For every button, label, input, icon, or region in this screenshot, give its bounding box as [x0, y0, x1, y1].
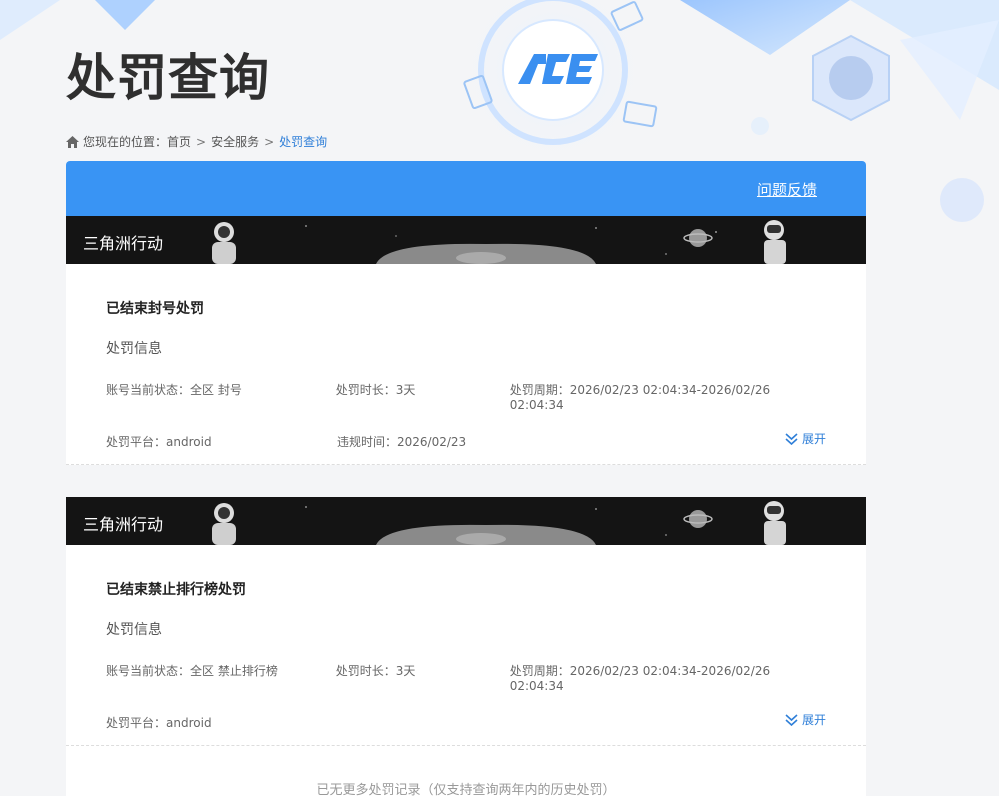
- info-row: 处罚平台：android: [106, 714, 826, 731]
- punishment-duration: 处罚时长：3天: [335, 664, 416, 678]
- astronaut-icon: [212, 503, 236, 545]
- section-title: 处罚信息: [106, 341, 162, 357]
- banner-artwork: [66, 497, 866, 545]
- punishment-platform: 处罚平台：android: [106, 716, 212, 730]
- breadcrumb-home-link[interactable]: 首页: [167, 133, 191, 150]
- info-row: 账号当前状态：全区 禁止排行榜 处罚时长：3天 处罚周期：2026/02/23 …: [106, 662, 826, 693]
- expand-label: 展开: [801, 713, 826, 727]
- punishment-record: 已结束封号处罚 处罚信息 账号当前状态：全区 封号 处罚时长：3天 处罚周期：2…: [66, 264, 866, 465]
- punishment-period: 处罚周期：2026/02/23 02:04:34-2026/02/26 02:0…: [509, 664, 771, 693]
- info-row: 账号当前状态：全区 封号 处罚时长：3天 处罚周期：2026/02/23 02:…: [106, 381, 826, 412]
- breadcrumb-separator: >: [264, 134, 275, 149]
- double-chevron-down-icon: [785, 713, 798, 726]
- punishment-period: 处罚周期：2026/02/23 02:04:34-2026/02/26 02:0…: [509, 383, 771, 412]
- header-bar: 问题反馈: [66, 161, 866, 216]
- breadcrumb-security-link[interactable]: 安全服务: [211, 133, 259, 150]
- punishment-duration: 处罚时长：3天: [335, 383, 416, 397]
- violation-time: 违规时间：2026/02/23: [337, 435, 467, 449]
- game-banner: 三角洲行动: [66, 497, 866, 545]
- game-name: 三角洲行动: [83, 515, 164, 534]
- page-title: 处罚查询: [66, 49, 270, 107]
- footer-note: 已无更多处罚记录（仅支持查询两年内的历史处罚）: [316, 783, 616, 796]
- astronaut-icon: [212, 222, 236, 264]
- home-icon: [66, 135, 79, 148]
- account-status: 账号当前状态：全区 封号: [106, 383, 242, 397]
- expand-button[interactable]: 展开: [785, 711, 826, 728]
- account-status: 账号当前状态：全区 禁止排行榜: [106, 664, 278, 678]
- banner-artwork: [66, 216, 866, 264]
- breadcrumb-separator: >: [196, 134, 207, 149]
- feedback-link[interactable]: 问题反馈: [757, 179, 817, 200]
- record-title: 已结束禁止排行榜处罚: [106, 582, 246, 598]
- punishment-record: 已结束禁止排行榜处罚 处罚信息 账号当前状态：全区 禁止排行榜 处罚时长：3天 …: [66, 545, 866, 746]
- section-title: 处罚信息: [106, 622, 162, 638]
- expand-label: 展开: [801, 432, 826, 446]
- game-banner: 三角洲行动: [66, 216, 866, 264]
- breadcrumb-prefix: 您现在的位置：: [83, 135, 168, 149]
- punishment-platform: 处罚平台：android: [106, 435, 212, 449]
- ace-logo: [516, 50, 600, 86]
- breadcrumb-current: 处罚查询: [279, 135, 328, 149]
- expand-button[interactable]: 展开: [785, 430, 826, 447]
- game-name: 三角洲行动: [83, 234, 164, 253]
- punishment-panel: 问题反馈 三角洲行动 已结束封号处罚 处罚信息 账号当前状态：全区 封号 处罚时…: [66, 161, 866, 796]
- info-row: 处罚平台：android 违规时间：2026/02/23: [106, 433, 826, 450]
- record-title: 已结束封号处罚: [106, 301, 204, 317]
- breadcrumb: 您现在的位置： 首页 > 安全服务 > 处罚查询: [66, 133, 327, 150]
- double-chevron-down-icon: [785, 432, 798, 445]
- record-spacer: [66, 465, 866, 497]
